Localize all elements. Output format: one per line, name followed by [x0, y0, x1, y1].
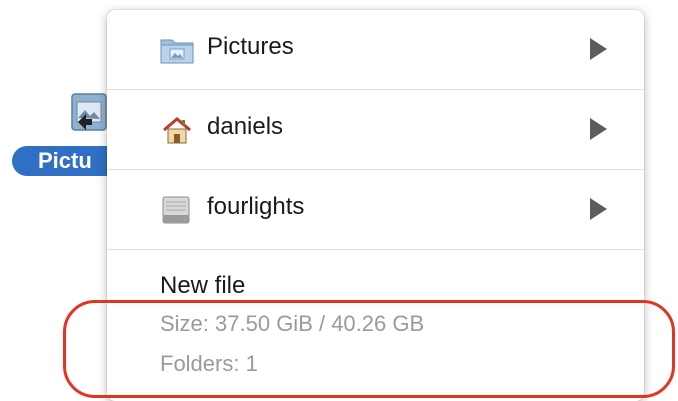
submenu-arrow-icon [590, 118, 607, 140]
pictures-folder-icon[interactable] [70, 88, 110, 136]
menu-item-label: fourlights [207, 193, 305, 220]
screen: Pictu Pictures daniels fourlights New fi… [0, 0, 678, 401]
submenu-arrow-icon [590, 38, 607, 60]
info-size: Size: 37.50 GiB / 40.26 GB [160, 311, 425, 336]
path-popup-menu: Pictures daniels fourlights New file Siz… [107, 10, 644, 401]
menu-item-pictures[interactable]: Pictures [107, 10, 644, 90]
hard-drive-icon [160, 196, 194, 224]
menu-item-label: Pictures [207, 33, 294, 60]
home-icon [160, 116, 194, 144]
pictures-folder-icon [160, 36, 194, 64]
info-folders: Folders: 1 [160, 351, 258, 376]
menu-item-fourlights[interactable]: fourlights [107, 170, 644, 250]
submenu-arrow-icon [590, 198, 607, 220]
info-title: New file [160, 272, 246, 299]
file-info-section: New file Size: 37.50 GiB / 40.26 GB Fold… [160, 268, 424, 384]
menu-item-daniels[interactable]: daniels [107, 90, 644, 170]
menu-item-label: daniels [207, 113, 284, 140]
